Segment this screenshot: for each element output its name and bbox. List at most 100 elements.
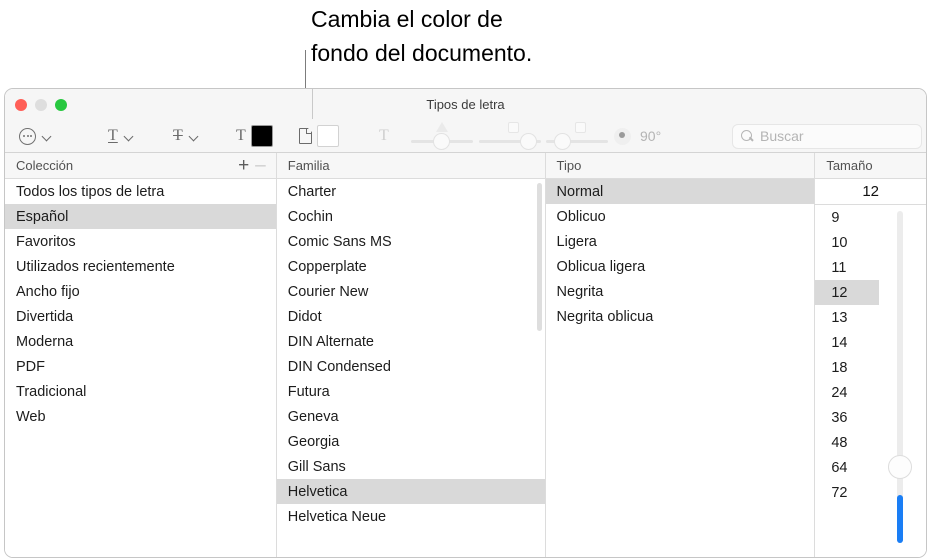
typeface-list[interactable]: Normal Oblicuo Ligera Oblicua ligera Negrita…: [545, 179, 815, 557]
document-background-color-swatch[interactable]: [317, 125, 339, 147]
family-item[interactable]: DIN Alternate: [277, 329, 545, 354]
family-item[interactable]: Courier New: [277, 279, 545, 304]
size-item-label: 11: [831, 259, 847, 276]
text-color-control[interactable]: T: [236, 119, 273, 153]
family-item-label: Helvetica Neue: [287, 508, 387, 525]
slider-knob[interactable]: [554, 133, 571, 150]
collection-item[interactable]: Todos los tipos de letra: [5, 179, 276, 204]
collection-item[interactable]: PDF: [5, 354, 276, 379]
collection-item[interactable]: Español: [5, 204, 276, 229]
size-item[interactable]: 72: [815, 480, 926, 505]
size-item-label: 36: [831, 409, 848, 426]
family-list[interactable]: Charter Cochin Comic Sans MS Copperplate Cou…: [276, 179, 545, 557]
family-item-label: Didot: [287, 308, 322, 325]
family-item-label: Cochin: [287, 208, 333, 225]
shadow-angle-control[interactable]: 90°: [614, 119, 661, 153]
underline-button[interactable]: T: [108, 119, 134, 153]
size-item[interactable]: 24: [815, 380, 926, 405]
family-item[interactable]: Didot: [277, 304, 545, 329]
strikethrough-button[interactable]: T: [173, 119, 199, 153]
family-item[interactable]: Comic Sans MS: [277, 229, 545, 254]
family-column-header: Familia: [276, 153, 545, 179]
collection-item[interactable]: Favoritos: [5, 229, 276, 254]
size-item-label: 72: [831, 484, 848, 501]
family-header-label: Familia: [287, 158, 330, 173]
collection-item-label: Tradicional: [16, 383, 87, 400]
typeface-item-label: Oblicuo: [556, 208, 606, 225]
collection-item[interactable]: Ancho fijo: [5, 279, 276, 304]
slider-knob[interactable]: [520, 133, 537, 150]
size-item[interactable]: 18: [815, 355, 926, 380]
family-item[interactable]: Copperplate: [277, 254, 545, 279]
size-slider[interactable]: [888, 211, 912, 543]
family-item-label: Futura: [287, 383, 330, 400]
size-slider-knob[interactable]: [888, 455, 912, 479]
collection-item[interactable]: Web: [5, 404, 276, 429]
family-item[interactable]: Helvetica: [276, 479, 545, 504]
size-item[interactable]: 11: [815, 255, 926, 280]
size-item[interactable]: 14: [815, 330, 926, 355]
family-item[interactable]: Helvetica Neue: [277, 504, 545, 529]
family-item[interactable]: Geneva: [277, 404, 545, 429]
window-chrome: Tipos de letra T T T T 90° Buscar: [5, 89, 926, 153]
add-collection-button[interactable]: +: [238, 156, 249, 175]
typeface-item-label: Normal: [556, 183, 604, 200]
family-item[interactable]: Futura: [277, 379, 545, 404]
size-item[interactable]: 13: [815, 305, 926, 330]
size-item[interactable]: 9: [815, 205, 926, 230]
typeface-item[interactable]: Negrita: [546, 279, 815, 304]
slider-knob[interactable]: [433, 133, 450, 150]
typeface-item-label: Negrita oblicua: [556, 308, 654, 325]
collection-header-label: Colección: [16, 158, 74, 173]
actions-menu-button[interactable]: [19, 119, 52, 153]
typeface-item[interactable]: Oblicuo: [546, 204, 815, 229]
angle-dial-icon[interactable]: [614, 127, 631, 145]
size-item-label: 18: [831, 359, 848, 376]
size-item[interactable]: 12: [815, 280, 880, 305]
document-icon: [299, 128, 312, 144]
collection-column: Colección + – Todos los tipos de letra Es…: [5, 153, 276, 557]
collection-item-label: Moderna: [16, 333, 74, 350]
text-shadow-button[interactable]: T: [379, 119, 389, 153]
document-background-color-control[interactable]: [299, 119, 339, 153]
family-list-scrollbar[interactable]: [536, 183, 542, 331]
text-color-swatch[interactable]: [250, 125, 273, 147]
size-input-field[interactable]: 12: [815, 179, 926, 205]
collection-item[interactable]: Utilizados recientemente: [5, 254, 276, 279]
fonts-window: Tipos de letra T T T T 90° Buscar Colecc…: [4, 88, 927, 558]
shadow-offset-slider[interactable]: [546, 119, 608, 153]
family-item-label: Georgia: [287, 433, 340, 450]
typeface-item[interactable]: Normal: [545, 179, 815, 204]
offset-square-icon: [575, 122, 586, 133]
family-item[interactable]: Charter: [277, 179, 545, 204]
search-input[interactable]: [760, 128, 910, 144]
size-list-area: 9 10 11 12 13 14 18 24 36 48 64 72: [815, 205, 926, 557]
family-item[interactable]: Gill Sans: [277, 454, 545, 479]
search-icon: [741, 130, 753, 142]
size-item[interactable]: 36: [815, 405, 926, 430]
remove-collection-button[interactable]: –: [255, 156, 266, 175]
collection-column-header: Colección + –: [5, 153, 276, 179]
size-item-label: 24: [831, 384, 848, 401]
text-color-icon: T: [236, 127, 246, 144]
family-item[interactable]: DIN Condensed: [277, 354, 545, 379]
search-field[interactable]: [716, 119, 922, 153]
size-item[interactable]: 10: [815, 230, 926, 255]
family-item[interactable]: Georgia: [277, 429, 545, 454]
shadow-opacity-slider[interactable]: [411, 119, 473, 153]
typeface-item[interactable]: Negrita oblicua: [546, 304, 815, 329]
typeface-item-label: Ligera: [556, 233, 597, 250]
collection-item[interactable]: Divertida: [5, 304, 276, 329]
ellipsis-circle-icon: [19, 127, 36, 145]
family-item[interactable]: Cochin: [277, 204, 545, 229]
family-item-label: DIN Alternate: [287, 333, 374, 350]
collection-item[interactable]: Tradicional: [5, 379, 276, 404]
size-slider-fill: [897, 495, 903, 543]
collection-item[interactable]: Moderna: [5, 329, 276, 354]
family-item-label: Courier New: [287, 283, 369, 300]
typeface-item[interactable]: Oblicua ligera: [546, 254, 815, 279]
size-item[interactable]: 48: [815, 430, 926, 455]
collection-list[interactable]: Todos los tipos de letra Español Favoritos…: [5, 179, 276, 557]
typeface-item[interactable]: Ligera: [546, 229, 815, 254]
shadow-blur-slider[interactable]: [479, 119, 541, 153]
